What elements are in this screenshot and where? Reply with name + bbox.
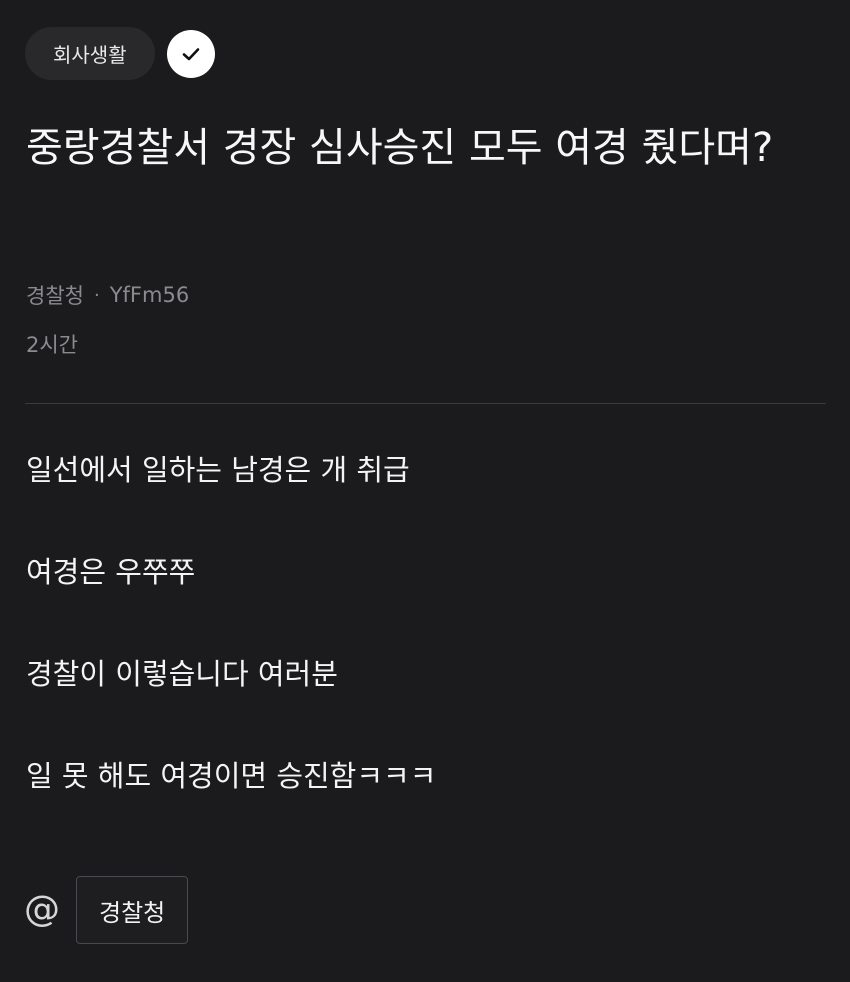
author-organization[interactable]: 경찰청 <box>26 280 84 310</box>
category-chip[interactable]: 회사생활 <box>25 27 155 80</box>
mention-tag-button[interactable]: 경찰청 <box>76 876 189 944</box>
at-icon: @ <box>24 889 60 930</box>
post-title: 중랑경찰서 경장 심사승진 모두 여경 줬다며? <box>26 125 774 171</box>
check-circle-icon <box>166 29 215 78</box>
post-header-row: 회사생활 <box>25 27 215 80</box>
mention-row: @ 경찰청 <box>24 876 189 944</box>
category-label: 회사생활 <box>53 43 127 67</box>
body-line: 일 못 해도 여경이면 승진함ㅋㅋㅋ <box>26 759 437 793</box>
meta-separator: · <box>93 284 100 306</box>
body-line: 경찰이 이렇습니다 여러분 <box>26 657 338 691</box>
author-id[interactable]: YfFm56 <box>110 283 189 307</box>
body-line: 여경은 우쭈쭈 <box>26 555 196 589</box>
mention-tag-label: 경찰청 <box>99 898 166 927</box>
post-timestamp: 2시간 <box>26 333 79 357</box>
body-line: 일선에서 일하는 남경은 개 취급 <box>26 453 410 487</box>
post-body: 일선에서 일하는 남경은 개 취급 여경은 우쭈쭈 경찰이 이렇습니다 여러분 … <box>26 450 816 858</box>
post-meta: 경찰청 · YfFm56 <box>26 280 189 310</box>
divider <box>25 403 826 404</box>
